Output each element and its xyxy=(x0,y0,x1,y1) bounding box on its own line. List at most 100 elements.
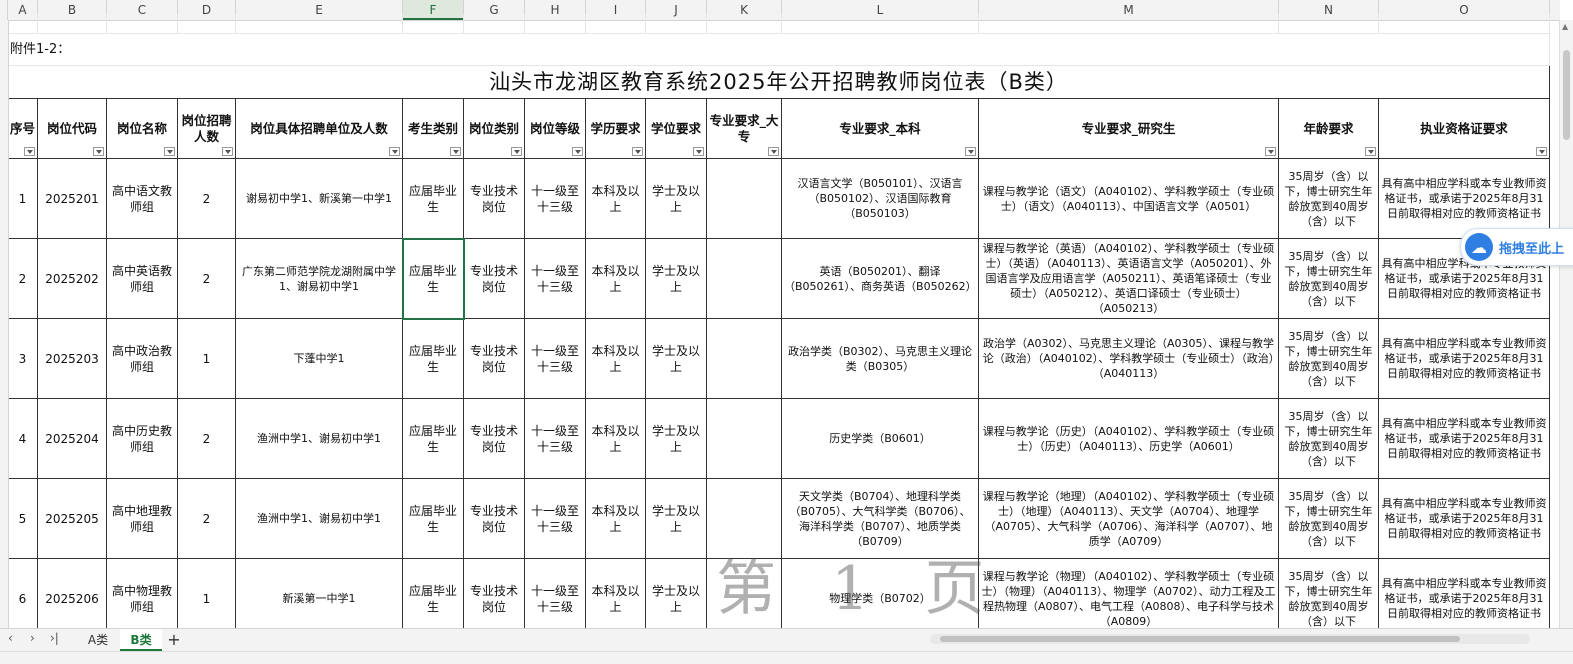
tab-a[interactable]: A类 xyxy=(78,629,118,651)
cell-name[interactable]: 高中语文教师组 xyxy=(107,159,178,239)
empty-cell[interactable] xyxy=(1279,14,1379,34)
cell-name[interactable]: 高中地理教师组 xyxy=(107,479,178,559)
empty-cell[interactable] xyxy=(979,14,1279,34)
cell-cert[interactable]: 具有高中相应学科或本专业教师资格证书，或承诺于2025年8月31日前取得相对应的… xyxy=(1379,399,1550,479)
filter-dropdown-icon[interactable] xyxy=(511,147,522,156)
cell-name[interactable]: 高中历史教师组 xyxy=(107,399,178,479)
cell-count[interactable]: 1 xyxy=(178,319,236,399)
cell-postType[interactable]: 专业技术岗位 xyxy=(464,479,525,559)
header-cert[interactable]: 执业资格证要求 xyxy=(1379,99,1550,159)
vertical-scrollbar[interactable]: ▲ xyxy=(1559,20,1573,630)
cell-level[interactable]: 十一级至十三级 xyxy=(525,159,586,239)
horizontal-scroll-thumb[interactable] xyxy=(940,636,1460,642)
cell-postType[interactable]: 专业技术岗位 xyxy=(464,559,525,639)
cell-degree[interactable]: 学士及以上 xyxy=(646,399,707,479)
cell-postType[interactable]: 专业技术岗位 xyxy=(464,159,525,239)
empty-cell[interactable] xyxy=(1379,14,1550,34)
cell-code[interactable]: 2025201 xyxy=(38,159,107,239)
filter-dropdown-icon[interactable] xyxy=(93,147,104,156)
header-candidate[interactable]: 考生类别 xyxy=(403,99,464,159)
empty-cell[interactable] xyxy=(707,14,782,34)
cell-age[interactable]: 35周岁（含）以下，博士研究生年龄放宽到40周岁（含）以下 xyxy=(1279,159,1379,239)
filter-dropdown-icon[interactable] xyxy=(965,147,976,156)
cell-majorDz[interactable] xyxy=(707,239,782,319)
header-name[interactable]: 岗位名称 xyxy=(107,99,178,159)
cell-seq[interactable]: 4 xyxy=(8,399,38,479)
cell-code[interactable]: 2025204 xyxy=(38,399,107,479)
cell-seq[interactable]: 2 xyxy=(8,239,38,319)
filter-dropdown-icon[interactable] xyxy=(768,147,779,156)
cell-count[interactable]: 2 xyxy=(178,399,236,479)
cell-degree[interactable]: 学士及以上 xyxy=(646,239,707,319)
cell-edu[interactable]: 本科及以上 xyxy=(586,239,646,319)
row-header-strip[interactable] xyxy=(0,20,9,660)
header-seq[interactable]: 序号 xyxy=(8,99,38,159)
cell-degree[interactable]: 学士及以上 xyxy=(646,559,707,639)
cell-age[interactable]: 35周岁（含）以下，博士研究生年龄放宽到40周岁（含）以下 xyxy=(1279,479,1379,559)
cell-postType[interactable]: 专业技术岗位 xyxy=(464,239,525,319)
cell-seq[interactable]: 3 xyxy=(8,319,38,399)
cell-majorBk[interactable]: 英语（B050201）、翻译（B050261）、商务英语（B050262） xyxy=(782,239,979,319)
empty-cell[interactable] xyxy=(782,14,979,34)
cell-age[interactable]: 35周岁（含）以下，博士研究生年龄放宽到40周岁（含）以下 xyxy=(1279,559,1379,639)
cell-count[interactable]: 2 xyxy=(178,479,236,559)
cell-majorYjs[interactable]: 课程与教学论（物理）（A040102）、学科教学硕士（专业硕士）（物理）（A04… xyxy=(979,559,1279,639)
tab-b[interactable]: B类 xyxy=(120,629,162,651)
header-degree[interactable]: 学位要求 xyxy=(646,99,707,159)
add-sheet-button[interactable]: + xyxy=(164,629,184,651)
cell-majorDz[interactable] xyxy=(707,159,782,239)
drag-upload-button[interactable]: ☁ 拖拽至此上 xyxy=(1460,228,1573,266)
cell-code[interactable]: 2025205 xyxy=(38,479,107,559)
cell-majorDz[interactable] xyxy=(707,319,782,399)
header-age[interactable]: 年龄要求 xyxy=(1279,99,1379,159)
cell-level[interactable]: 十一级至十三级 xyxy=(525,239,586,319)
cell-majorYjs[interactable]: 课程与教学论（地理）（A040102）、学科教学硕士（专业硕士）（地理）（A04… xyxy=(979,479,1279,559)
cell-majorYjs[interactable]: 政治学（A0302）、马克思主义理论（A0305）、课程与教学论（政治）（A04… xyxy=(979,319,1279,399)
cell-majorYjs[interactable]: 课程与教学论（英语）（A040102）、学科教学硕士（专业硕士）（英语）（A04… xyxy=(979,239,1279,319)
cell-edu[interactable]: 本科及以上 xyxy=(586,159,646,239)
cell-age[interactable]: 35周岁（含）以下，博士研究生年龄放宽到40周岁（含）以下 xyxy=(1279,319,1379,399)
next-sheet-icon[interactable]: › xyxy=(30,631,35,645)
cell-cert[interactable]: 具有高中相应学科或本专业教师资格证书，或承诺于2025年8月31日前取得相对应的… xyxy=(1379,319,1550,399)
cell-majorYjs[interactable]: 课程与教学论（语文）（A040102）、学科教学硕士（专业硕士）（语文）（A04… xyxy=(979,159,1279,239)
cell-degree[interactable]: 学士及以上 xyxy=(646,319,707,399)
cell-candidate[interactable]: 应届毕业生 xyxy=(403,239,464,319)
cell-unit[interactable]: 谢易初中学1、新溪第一中学1 xyxy=(236,159,403,239)
empty-cell[interactable] xyxy=(178,14,236,34)
cell-postType[interactable]: 专业技术岗位 xyxy=(464,319,525,399)
cell-count[interactable]: 2 xyxy=(178,159,236,239)
cell-majorBk[interactable]: 政治学类（B0302）、马克思主义理论类（B0305） xyxy=(782,319,979,399)
cell-edu[interactable]: 本科及以上 xyxy=(586,559,646,639)
cell-degree[interactable]: 学士及以上 xyxy=(646,479,707,559)
scroll-up-icon[interactable]: ▲ xyxy=(1562,22,1568,31)
cell-candidate[interactable]: 应届毕业生 xyxy=(403,159,464,239)
cell-unit[interactable]: 渔洲中学1、谢易初中学1 xyxy=(236,479,403,559)
empty-cell[interactable] xyxy=(586,14,646,34)
cell-seq[interactable]: 5 xyxy=(8,479,38,559)
empty-cell[interactable] xyxy=(403,14,464,34)
prev-sheet-icon[interactable]: ‹ xyxy=(8,631,13,645)
cell-unit[interactable]: 下蓬中学1 xyxy=(236,319,403,399)
header-postType[interactable]: 岗位类别 xyxy=(464,99,525,159)
header-code[interactable]: 岗位代码 xyxy=(38,99,107,159)
cell-edu[interactable]: 本科及以上 xyxy=(586,479,646,559)
empty-cell[interactable] xyxy=(38,14,107,34)
filter-dropdown-icon[interactable] xyxy=(222,147,233,156)
cell-count[interactable]: 1 xyxy=(178,559,236,639)
filter-dropdown-icon[interactable] xyxy=(632,147,643,156)
filter-dropdown-icon[interactable] xyxy=(1265,147,1276,156)
header-level[interactable]: 岗位等级 xyxy=(525,99,586,159)
filter-dropdown-icon[interactable] xyxy=(1536,147,1547,156)
filter-dropdown-icon[interactable] xyxy=(1365,147,1376,156)
header-unit[interactable]: 岗位具体招聘单位及人数 xyxy=(236,99,403,159)
cell-degree[interactable]: 学士及以上 xyxy=(646,159,707,239)
cell-age[interactable]: 35周岁（含）以下，博士研究生年龄放宽到40周岁（含）以下 xyxy=(1279,399,1379,479)
last-sheet-icon[interactable]: ›| xyxy=(50,631,59,645)
filter-dropdown-icon[interactable] xyxy=(693,147,704,156)
header-edu[interactable]: 学历要求 xyxy=(586,99,646,159)
cell-code[interactable]: 2025206 xyxy=(38,559,107,639)
cell-edu[interactable]: 本科及以上 xyxy=(586,399,646,479)
cell-majorDz[interactable] xyxy=(707,399,782,479)
empty-cell[interactable] xyxy=(107,14,178,34)
empty-cell[interactable] xyxy=(236,14,403,34)
